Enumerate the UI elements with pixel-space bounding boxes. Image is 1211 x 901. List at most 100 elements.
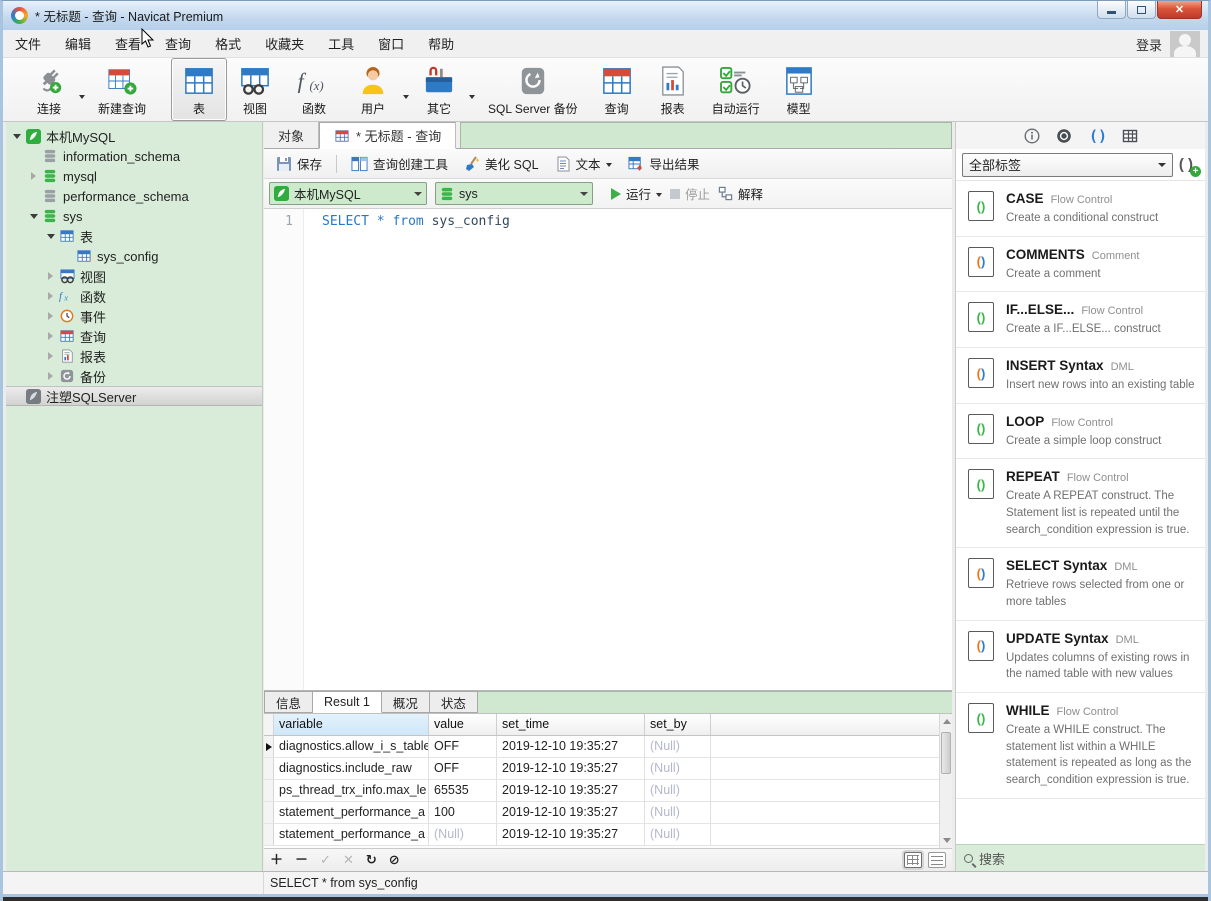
snippet-UPDATE Syntax[interactable]: () UPDATE Syntax DML Updates columns of …: [956, 621, 1205, 693]
form-view-button[interactable]: [928, 852, 946, 868]
cell-set_time[interactable]: 2019-12-10 19:35:27: [497, 824, 645, 845]
preview-eye-icon[interactable]: [1056, 128, 1072, 144]
grid-scrollbar[interactable]: [939, 714, 952, 848]
tree-twisty-icon[interactable]: [27, 214, 40, 219]
delete-row-button[interactable]: －: [295, 854, 308, 867]
table-row[interactable]: statement_performance_a1002019-12-10 19:…: [264, 802, 952, 824]
connection-select[interactable]: 本机MySQL: [269, 182, 427, 205]
toolbar-button-模型[interactable]: 模型: [771, 58, 827, 121]
tree-item-备份[interactable]: 备份: [6, 366, 262, 386]
result-tab-信息[interactable]: 信息: [264, 691, 313, 713]
dropdown-arrow-icon[interactable]: [79, 95, 85, 99]
result-tab-概况[interactable]: 概况: [382, 691, 430, 713]
tab-objects[interactable]: 对象: [264, 122, 319, 148]
menu-item-收藏夹[interactable]: 收藏夹: [253, 29, 316, 58]
dropdown-arrow-icon[interactable]: [403, 95, 409, 99]
add-snippet-button[interactable]: ( )+: [1179, 156, 1199, 173]
scroll-thumb[interactable]: [941, 732, 951, 774]
snippet-INSERT Syntax[interactable]: () INSERT Syntax DML Insert new rows int…: [956, 348, 1205, 404]
cell-variable[interactable]: diagnostics.include_raw: [274, 758, 429, 779]
close-button[interactable]: ✕: [1157, 1, 1202, 19]
sql-code-line[interactable]: SELECT * from sys_config: [304, 209, 510, 690]
toolbar-button-其它[interactable]: 其它: [411, 58, 467, 121]
code-snippets-icon[interactable]: (): [1088, 128, 1106, 144]
toolbar-button-报表[interactable]: 报表: [645, 58, 701, 121]
run-button[interactable]: 运行: [611, 184, 662, 203]
beautify-sql-button[interactable]: 美化 SQL: [458, 151, 545, 176]
export-result-button[interactable]: 导出结果: [622, 151, 706, 176]
cell-set_by[interactable]: (Null): [645, 824, 711, 845]
cell-variable[interactable]: statement_performance_a: [274, 802, 429, 823]
run-dropdown-arrow-icon[interactable]: [656, 193, 662, 197]
tree-twisty-icon[interactable]: [44, 292, 57, 300]
tree-item-mysql[interactable]: mysql: [6, 166, 262, 186]
result-tab-Result 1[interactable]: Result 1: [313, 691, 382, 713]
snippet-REPEAT[interactable]: () REPEAT Flow Control Create A REPEAT c…: [956, 459, 1205, 548]
table-row[interactable]: statement_performance_a(Null)2019-12-10 …: [264, 824, 952, 846]
toolbar-button-新建查询[interactable]: 新建查询: [87, 58, 157, 121]
snippet-WHILE[interactable]: () WHILE Flow Control Create a WHILE con…: [956, 693, 1205, 799]
text-dropdown-arrow-icon[interactable]: [606, 163, 612, 167]
snippet-COMMENTS[interactable]: () COMMENTS Comment Create a comment: [956, 237, 1205, 293]
tree-twisty-icon[interactable]: [44, 272, 57, 280]
cell-variable[interactable]: diagnostics.allow_i_s_table: [274, 736, 429, 757]
tree-item-表[interactable]: 表: [6, 226, 262, 246]
tree-item-information_schema[interactable]: information_schema: [6, 146, 262, 166]
explain-button[interactable]: 解释: [718, 184, 763, 203]
cell-value[interactable]: 65535: [429, 780, 497, 801]
tree-item-performance_schema[interactable]: performance_schema: [6, 186, 262, 206]
cell-set_by[interactable]: (Null): [645, 736, 711, 757]
toolbar-button-自动运行[interactable]: 自动运行: [701, 58, 771, 121]
tree-item-函数[interactable]: fx 函数: [6, 286, 262, 306]
tree-twisty-icon[interactable]: [27, 172, 40, 180]
login-link[interactable]: 登录: [1136, 35, 1162, 54]
cell-set_by[interactable]: (Null): [645, 758, 711, 779]
menu-item-文件[interactable]: 文件: [3, 29, 53, 58]
cell-set_time[interactable]: 2019-12-10 19:35:27: [497, 802, 645, 823]
tree-item-报表[interactable]: 报表: [6, 346, 262, 366]
snippet-LOOP[interactable]: () LOOP Flow Control Create a simple loo…: [956, 404, 1205, 460]
cell-value[interactable]: OFF: [429, 736, 497, 757]
cell-set_time[interactable]: 2019-12-10 19:35:27: [497, 736, 645, 757]
query-builder-button[interactable]: 查询创建工具: [345, 151, 454, 176]
menu-item-查询[interactable]: 查询: [153, 29, 203, 58]
table-row[interactable]: ps_thread_trx_info.max_le655352019-12-10…: [264, 780, 952, 802]
tree-twisty-icon[interactable]: [44, 312, 57, 320]
menu-item-编辑[interactable]: 编辑: [53, 29, 103, 58]
cell-set_time[interactable]: 2019-12-10 19:35:27: [497, 758, 645, 779]
tree-twisty-icon[interactable]: [44, 332, 57, 340]
tree-twisty-icon[interactable]: [44, 372, 57, 380]
toolbar-button-连接[interactable]: 连接: [21, 58, 77, 121]
tree-twisty-icon[interactable]: [44, 352, 57, 360]
scroll-down-icon[interactable]: [943, 838, 951, 843]
tree-twisty-icon[interactable]: [44, 234, 57, 239]
table-row[interactable]: diagnostics.allow_i_s_tableOFF2019-12-10…: [264, 736, 952, 758]
tree-item-sys_config[interactable]: sys_config: [6, 246, 262, 266]
toolbar-button-视图[interactable]: 视图: [227, 58, 283, 121]
menu-item-工具[interactable]: 工具: [316, 29, 366, 58]
scroll-up-icon[interactable]: [943, 719, 951, 724]
tree-item-sys[interactable]: sys: [6, 206, 262, 226]
save-button[interactable]: 保存: [270, 151, 328, 176]
column-header-set_by[interactable]: set_by: [645, 714, 711, 735]
minimize-button[interactable]: [1097, 1, 1126, 19]
menu-item-窗口[interactable]: 窗口: [366, 29, 416, 58]
snippet-CASE[interactable]: () CASE Flow Control Create a conditiona…: [956, 181, 1205, 237]
toolbar-button-表[interactable]: 表: [171, 58, 227, 121]
tab-query[interactable]: * 无标题 - 查询: [319, 122, 456, 149]
tree-item-注塑SQLServer[interactable]: 注塑SQLServer: [6, 386, 262, 406]
info-circle-icon[interactable]: [1024, 128, 1040, 144]
snippet-SELECT Syntax[interactable]: () SELECT Syntax DML Retrieve rows selec…: [956, 548, 1205, 620]
result-tab-状态[interactable]: 状态: [430, 691, 478, 713]
cell-value[interactable]: 100: [429, 802, 497, 823]
tree-twisty-icon[interactable]: [10, 134, 23, 139]
sql-editor[interactable]: 1 SELECT * from sys_config: [264, 209, 952, 690]
maximize-button[interactable]: [1127, 1, 1156, 19]
grid-view-button[interactable]: [904, 852, 922, 868]
column-header-value[interactable]: value: [429, 714, 497, 735]
snippet-IF...ELSE...[interactable]: () IF...ELSE... Flow Control Create a IF…: [956, 292, 1205, 348]
refresh-button[interactable]: ↻: [366, 854, 377, 867]
toolbar-button-用户[interactable]: 用户: [345, 58, 401, 121]
grid-view-icon[interactable]: [1122, 128, 1138, 144]
cell-value[interactable]: OFF: [429, 758, 497, 779]
